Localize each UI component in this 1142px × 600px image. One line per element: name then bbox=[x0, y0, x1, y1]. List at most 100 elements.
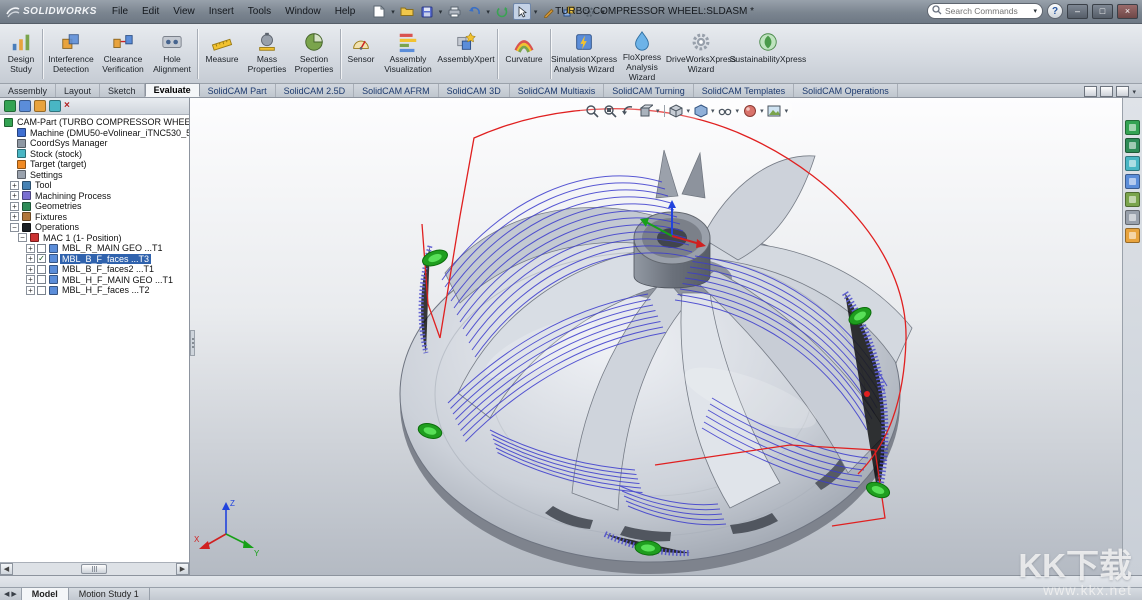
tab-solidcam-templates[interactable]: SolidCAM Templates bbox=[694, 84, 794, 97]
scroll-left-icon[interactable]: ◀ bbox=[0, 563, 13, 575]
cam-calculate-icon[interactable] bbox=[1125, 120, 1140, 135]
cam-machine-sim-icon[interactable] bbox=[1125, 174, 1140, 189]
tab-solidcam-multiaxis[interactable]: SolidCAM Multiaxis bbox=[510, 84, 605, 97]
expander-icon[interactable]: − bbox=[18, 233, 27, 242]
assemblyxpert-button[interactable]: AssemblyXpert bbox=[437, 26, 495, 82]
operation-checkbox[interactable] bbox=[37, 265, 46, 274]
rebuild-icon[interactable] bbox=[493, 3, 511, 20]
measure-button[interactable]: Measure bbox=[200, 26, 244, 82]
assembly-visualization-button[interactable]: Assembly Visualization bbox=[379, 26, 437, 82]
cam-simulate-icon[interactable] bbox=[1125, 156, 1140, 171]
tree-item-mbl-b-f-faces[interactable]: + ✓ MBL_B_F_faces ...T3 bbox=[0, 254, 189, 265]
display-style-icon[interactable] bbox=[693, 103, 708, 118]
hud-caret-icon[interactable]: ▾ bbox=[736, 107, 740, 115]
expander-icon[interactable]: + bbox=[26, 286, 35, 295]
expander-icon[interactable]: + bbox=[10, 191, 19, 200]
search-caret-icon[interactable]: ▾ bbox=[1033, 7, 1037, 15]
tree-item-operations[interactable]: − Operations bbox=[0, 222, 189, 233]
sustainabilityxpress-button[interactable]: SustainabilityXpress bbox=[733, 26, 803, 82]
tab-motion-study-1[interactable]: Motion Study 1 bbox=[69, 588, 150, 600]
menu-help[interactable]: Help bbox=[328, 5, 363, 18]
driveworksxpress-button[interactable]: DriveWorksXpress Wizard bbox=[669, 26, 733, 82]
tab-solidcam-25d[interactable]: SolidCAM 2.5D bbox=[276, 84, 355, 97]
tree-item-cam-part[interactable]: CAM-Part (TURBO COMPRESSOR WHEEL) bbox=[0, 117, 189, 128]
pane-full-icon[interactable] bbox=[1116, 86, 1129, 97]
expander-icon[interactable]: − bbox=[10, 223, 19, 232]
cam-manager-icon[interactable] bbox=[19, 100, 31, 112]
tree-item-machine[interactable]: Machine (DMU50-eVolinear_iTNC530_5X-Si bbox=[0, 128, 189, 139]
hole-alignment-button[interactable]: Hole Alignment bbox=[149, 26, 195, 82]
impeller-3d-scene[interactable]: Z X Y bbox=[190, 98, 1122, 575]
hud-caret-icon[interactable]: ▾ bbox=[656, 107, 660, 115]
tree-item-mbl-r-main[interactable]: + MBL_R_MAIN GEO ...T1 bbox=[0, 243, 189, 254]
tab-solidcam-3d[interactable]: SolidCAM 3D bbox=[439, 84, 510, 97]
search-box[interactable]: ▾ bbox=[927, 3, 1043, 19]
select-arrow-icon[interactable] bbox=[513, 3, 531, 20]
sensor-button[interactable]: Sensor bbox=[343, 26, 379, 82]
operation-checkbox[interactable] bbox=[37, 286, 46, 295]
scrollbar-thumb[interactable] bbox=[81, 564, 107, 574]
menu-insert[interactable]: Insert bbox=[202, 5, 241, 18]
cam-views-icon[interactable] bbox=[49, 100, 61, 112]
expander-icon[interactable]: + bbox=[10, 181, 19, 190]
tab-scroll-next-icon[interactable]: ▶ bbox=[11, 590, 16, 598]
apply-scene-icon[interactable] bbox=[767, 103, 782, 118]
expander-icon[interactable]: + bbox=[10, 202, 19, 211]
tree-horizontal-scrollbar[interactable]: ◀ ▶ bbox=[0, 562, 189, 575]
tree-item-fixtures[interactable]: + Fixtures bbox=[0, 212, 189, 223]
tab-solidcam-operations[interactable]: SolidCAM Operations bbox=[794, 84, 898, 97]
pane-caret-icon[interactable]: ▾ bbox=[1132, 88, 1136, 96]
simulationxpress-button[interactable]: SimulationXpress Analysis Wizard bbox=[553, 26, 615, 82]
tab-solidcam-part[interactable]: SolidCAM Part bbox=[200, 84, 276, 97]
cam-settings-icon[interactable] bbox=[1125, 210, 1140, 225]
floxpress-button[interactable]: FloXpress Analysis Wizard bbox=[615, 26, 669, 82]
tab-assembly[interactable]: Assembly bbox=[0, 84, 56, 97]
cam-tree-icon[interactable] bbox=[4, 100, 16, 112]
save-icon[interactable] bbox=[418, 3, 436, 20]
tab-solidcam-turning[interactable]: SolidCAM Turning bbox=[604, 84, 694, 97]
tab-solidcam-afrm[interactable]: SolidCAM AFRM bbox=[354, 84, 439, 97]
help-icon[interactable]: ? bbox=[1047, 3, 1063, 19]
section-properties-button[interactable]: Section Properties bbox=[290, 26, 338, 82]
save-caret-icon[interactable]: ▾ bbox=[439, 8, 443, 16]
tree-item-coordsys[interactable]: CoordSys Manager bbox=[0, 138, 189, 149]
tree-item-geometries[interactable]: + Geometries bbox=[0, 201, 189, 212]
interference-detection-button[interactable]: Interference Detection bbox=[45, 26, 97, 82]
mass-properties-button[interactable]: Mass Properties bbox=[244, 26, 290, 82]
tree-item-mbl-b-f-faces2[interactable]: + MBL_B_F_faces2 ...T1 bbox=[0, 264, 189, 275]
operation-checkbox[interactable]: ✓ bbox=[37, 254, 46, 263]
new-document-icon[interactable] bbox=[370, 3, 388, 20]
menu-tools[interactable]: Tools bbox=[241, 5, 278, 18]
tree-item-settings[interactable]: Settings bbox=[0, 170, 189, 181]
tree-item-mbl-h-f-faces[interactable]: + MBL_H_F_faces ...T2 bbox=[0, 285, 189, 296]
tree-item-tool[interactable]: + Tool bbox=[0, 180, 189, 191]
tab-model[interactable]: Model bbox=[22, 588, 69, 600]
tree-item-machining-process[interactable]: + Machining Process bbox=[0, 191, 189, 202]
tab-evaluate[interactable]: Evaluate bbox=[145, 83, 200, 97]
hud-caret-icon[interactable]: ▾ bbox=[687, 107, 691, 115]
tab-sketch[interactable]: Sketch bbox=[100, 84, 145, 97]
view-orientation-icon[interactable] bbox=[669, 103, 684, 118]
open-icon[interactable] bbox=[398, 3, 416, 20]
menu-edit[interactable]: Edit bbox=[135, 5, 166, 18]
pane-layout-icon[interactable] bbox=[1084, 86, 1097, 97]
cam-gcode-icon[interactable] bbox=[1125, 138, 1140, 153]
previous-view-icon[interactable] bbox=[620, 103, 635, 118]
zoom-area-icon[interactable] bbox=[602, 103, 617, 118]
tab-scroll-controls[interactable]: ◀ ▶ bbox=[0, 588, 22, 600]
tab-scroll-prev-icon[interactable]: ◀ bbox=[4, 590, 9, 598]
section-view-icon[interactable] bbox=[638, 103, 653, 118]
undo-caret-icon[interactable]: ▾ bbox=[486, 8, 490, 16]
scroll-right-icon[interactable]: ▶ bbox=[176, 563, 189, 575]
curvature-button[interactable]: Curvature bbox=[500, 26, 548, 82]
expander-icon[interactable]: + bbox=[26, 244, 35, 253]
tree-item-target[interactable]: Target (target) bbox=[0, 159, 189, 170]
search-input[interactable] bbox=[945, 6, 1029, 16]
cam-tool-table-icon[interactable] bbox=[1125, 192, 1140, 207]
edit-appearance-icon[interactable] bbox=[742, 103, 757, 118]
menu-view[interactable]: View bbox=[166, 5, 202, 18]
clearance-verification-button[interactable]: Clearance Verification bbox=[97, 26, 149, 82]
select-caret-icon[interactable]: ▾ bbox=[534, 8, 538, 16]
hud-caret-icon[interactable]: ▾ bbox=[760, 107, 764, 115]
design-study-button[interactable]: Design Study bbox=[2, 26, 40, 82]
